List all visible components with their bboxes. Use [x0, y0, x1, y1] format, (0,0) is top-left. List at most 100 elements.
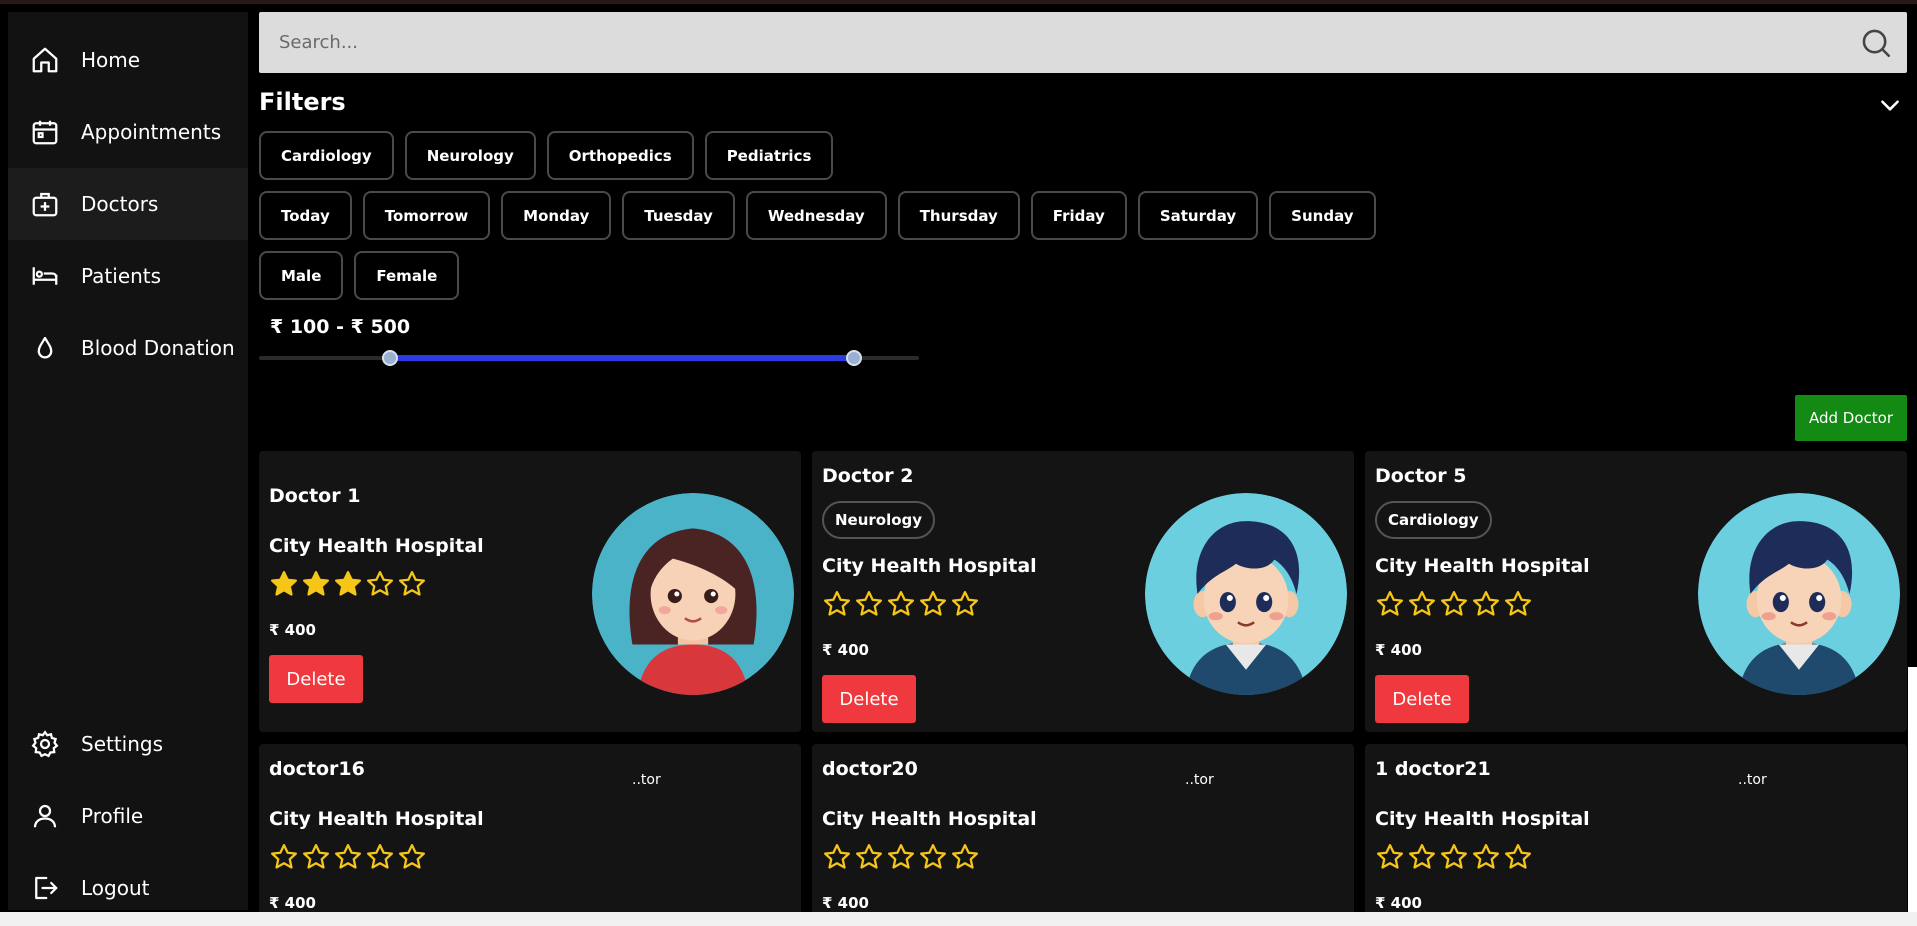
hospital-name: City Health Hospital: [1375, 555, 1590, 577]
sidebar-item-blood-donation[interactable]: Blood Donation: [8, 312, 248, 384]
hospital-name: City Health Hospital: [269, 535, 484, 557]
scrollbar[interactable]: [1908, 12, 1917, 667]
doctor-card[interactable]: Doctor 5 Cardiology City Health Hospital…: [1365, 451, 1907, 732]
doctor-card[interactable]: doctor20 City Health Hospital ₹ 400 ..to…: [812, 744, 1354, 924]
filters-heading: Filters: [259, 88, 346, 116]
search-icon[interactable]: [1859, 26, 1893, 60]
star-empty-icon[interactable]: [1503, 589, 1533, 619]
price-slider-max-handle[interactable]: [846, 350, 862, 366]
rating-stars[interactable]: [1375, 589, 1533, 619]
window-bottom-edge: [0, 912, 1917, 926]
gender-filter-row: Male Female: [259, 251, 460, 300]
bed-icon: [29, 260, 61, 292]
sidebar-item-label: Settings: [81, 732, 164, 756]
doctor-card[interactable]: 1 doctor21 City Health Hospital ₹ 400 ..…: [1365, 744, 1907, 924]
doctor-name: Doctor 2: [822, 465, 914, 487]
star-empty-icon[interactable]: [269, 842, 299, 872]
delete-doctor-button[interactable]: Delete: [822, 675, 916, 723]
gender-chip-male[interactable]: Male: [259, 251, 344, 300]
star-filled-icon[interactable]: [333, 569, 363, 599]
star-empty-icon[interactable]: [1439, 842, 1469, 872]
specialty-badge: Cardiology: [1375, 501, 1492, 539]
star-empty-icon[interactable]: [886, 589, 916, 619]
day-chip-tomorrow[interactable]: Tomorrow: [362, 191, 491, 240]
star-empty-icon[interactable]: [1471, 589, 1501, 619]
day-chip-today[interactable]: Today: [259, 191, 352, 240]
gender-chip-female[interactable]: Female: [354, 251, 460, 300]
sidebar-item-home[interactable]: Home: [8, 24, 248, 96]
specialty-filter-row: Cardiology Neurology Orthopedics Pediatrics: [259, 131, 834, 180]
day-chip-wednesday[interactable]: Wednesday: [745, 191, 887, 240]
doctor-card[interactable]: Doctor 2 Neurology City Health Hospital …: [812, 451, 1354, 732]
star-empty-icon[interactable]: [854, 589, 884, 619]
star-empty-icon[interactable]: [950, 842, 980, 872]
day-chip-friday[interactable]: Friday: [1030, 191, 1127, 240]
star-filled-icon[interactable]: [269, 569, 299, 599]
rating-stars[interactable]: [822, 589, 980, 619]
delete-doctor-button[interactable]: Delete: [1375, 675, 1469, 723]
sidebar-item-label: Profile: [81, 804, 144, 828]
broken-image-alt-text: ..tor: [632, 772, 661, 788]
day-chip-saturday[interactable]: Saturday: [1137, 191, 1259, 240]
price-slider-min-handle[interactable]: [382, 350, 398, 366]
rating-stars[interactable]: [1375, 842, 1533, 872]
sidebar-item-patients[interactable]: Patients: [8, 240, 248, 312]
chevron-down-icon[interactable]: [1877, 92, 1903, 118]
sidebar: Home Appointments Doctors Patients Blood…: [8, 12, 248, 910]
star-empty-icon[interactable]: [301, 842, 331, 872]
star-empty-icon[interactable]: [397, 842, 427, 872]
doctor-avatar: [1145, 493, 1347, 695]
delete-doctor-button[interactable]: Delete: [269, 655, 363, 703]
star-empty-icon[interactable]: [1407, 589, 1437, 619]
specialty-chip-cardiology[interactable]: Cardiology: [259, 131, 394, 180]
sidebar-item-settings[interactable]: Settings: [8, 708, 248, 780]
doctor-card[interactable]: doctor16 City Health Hospital ₹ 400 ..to…: [259, 744, 801, 924]
star-empty-icon[interactable]: [854, 842, 884, 872]
specialty-chip-neurology[interactable]: Neurology: [404, 131, 536, 180]
star-empty-icon[interactable]: [822, 589, 852, 619]
star-empty-icon[interactable]: [1471, 842, 1501, 872]
sidebar-item-label: Home: [81, 48, 141, 72]
star-filled-icon[interactable]: [301, 569, 331, 599]
broken-image-alt-text: ..tor: [1185, 772, 1214, 788]
day-chip-sunday[interactable]: Sunday: [1269, 191, 1376, 240]
star-empty-icon[interactable]: [1375, 589, 1405, 619]
sidebar-item-doctors[interactable]: Doctors: [8, 168, 248, 240]
day-chip-thursday[interactable]: Thursday: [897, 191, 1020, 240]
star-empty-icon[interactable]: [1439, 589, 1469, 619]
star-empty-icon[interactable]: [918, 589, 948, 619]
star-empty-icon[interactable]: [886, 842, 916, 872]
specialty-chip-pediatrics[interactable]: Pediatrics: [704, 131, 834, 180]
add-doctor-button[interactable]: Add Doctor: [1795, 395, 1907, 441]
star-empty-icon[interactable]: [397, 569, 427, 599]
consultation-fee: ₹ 400: [269, 621, 316, 639]
star-empty-icon[interactable]: [822, 842, 852, 872]
star-empty-icon[interactable]: [1503, 842, 1533, 872]
star-empty-icon[interactable]: [1375, 842, 1405, 872]
sidebar-item-label: Patients: [81, 264, 162, 288]
sidebar-item-appointments[interactable]: Appointments: [8, 96, 248, 168]
consultation-fee: ₹ 400: [269, 894, 316, 912]
window-top-edge: [0, 0, 1917, 4]
star-empty-icon[interactable]: [333, 842, 363, 872]
rating-stars[interactable]: [269, 569, 427, 599]
rating-stars[interactable]: [269, 842, 427, 872]
search-input[interactable]: [259, 12, 1839, 73]
star-empty-icon[interactable]: [365, 569, 395, 599]
star-empty-icon[interactable]: [1407, 842, 1437, 872]
day-chip-tuesday[interactable]: Tuesday: [622, 191, 735, 240]
user-icon: [29, 800, 61, 832]
price-range-label: ₹ 100 - ₹ 500: [270, 316, 411, 338]
day-chip-monday[interactable]: Monday: [501, 191, 612, 240]
doctor-name: Doctor 1: [269, 485, 361, 507]
doctor-name: 1 doctor21: [1375, 758, 1491, 780]
star-empty-icon[interactable]: [365, 842, 395, 872]
price-slider-track[interactable]: [259, 350, 919, 366]
rating-stars[interactable]: [822, 842, 980, 872]
star-empty-icon[interactable]: [918, 842, 948, 872]
star-empty-icon[interactable]: [950, 589, 980, 619]
sidebar-item-profile[interactable]: Profile: [8, 780, 248, 852]
hospital-name: City Health Hospital: [1375, 808, 1590, 830]
specialty-chip-orthopedics[interactable]: Orthopedics: [546, 131, 694, 180]
doctor-card[interactable]: Doctor 1 City Health Hospital ₹ 400 Dele…: [259, 451, 801, 732]
